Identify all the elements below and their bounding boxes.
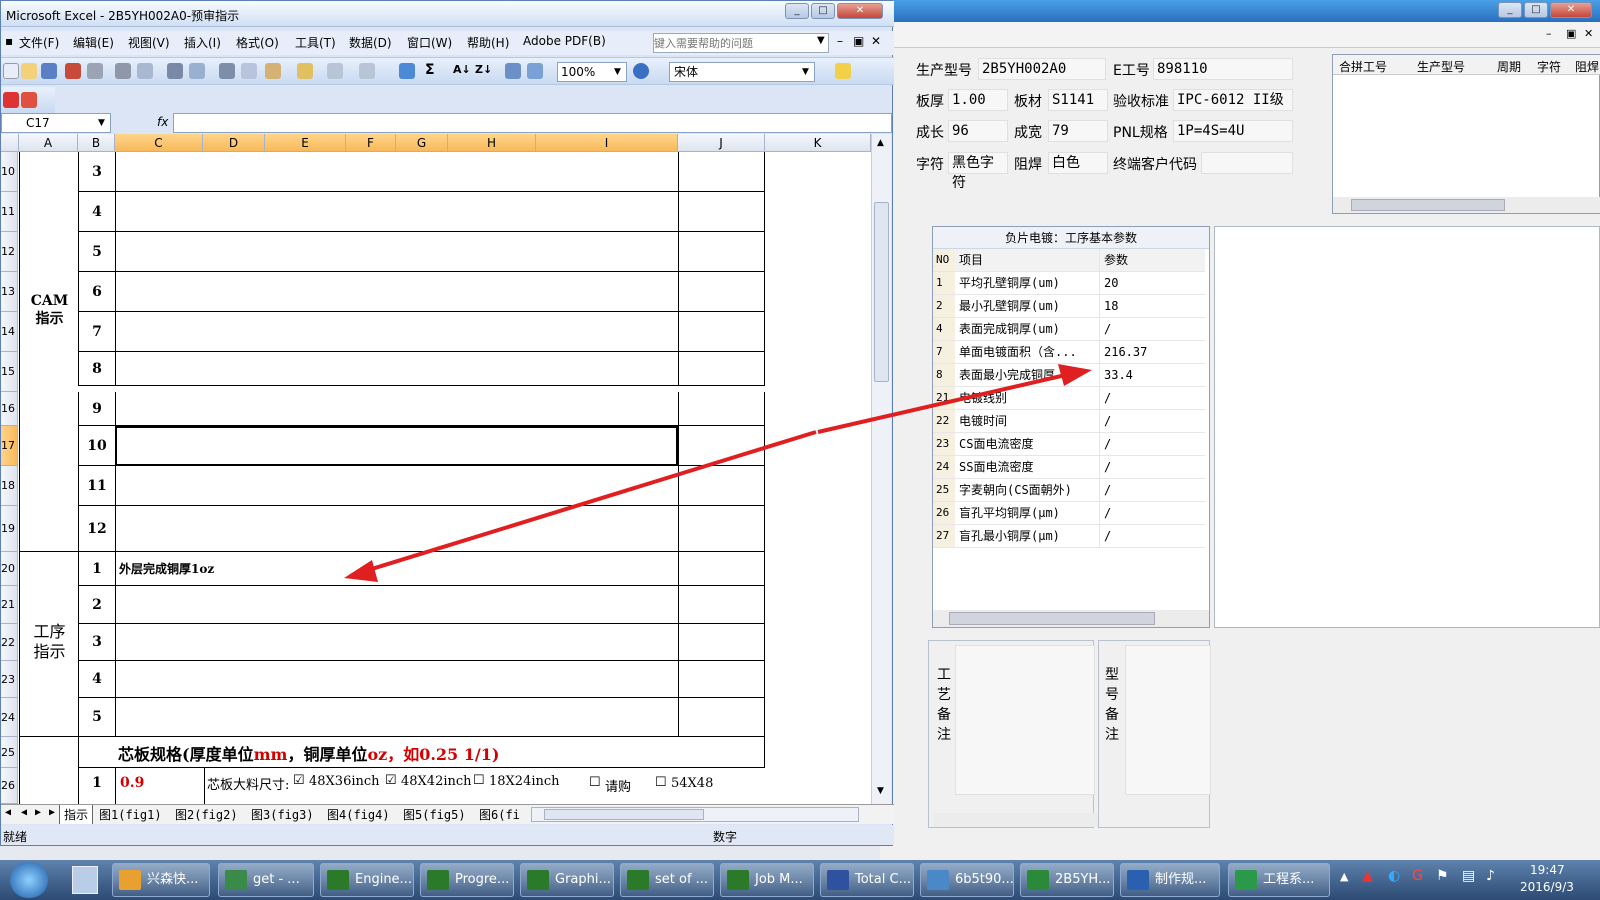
taskbar-item-label: Graphi... xyxy=(555,872,611,887)
arrow-left-head xyxy=(344,560,378,582)
taskbar-item-label: get - ... xyxy=(253,872,300,887)
tray-app-icon[interactable]: ◐ xyxy=(1388,868,1400,884)
taskbar-app-icon xyxy=(927,870,949,890)
taskbar-item-label: 工程系... xyxy=(1263,872,1315,887)
taskbar-item-label: set of ... xyxy=(655,872,709,887)
clock-date[interactable]: 2016/9/3 xyxy=(1520,880,1574,894)
taskbar-item[interactable]: Progre... xyxy=(420,863,514,897)
tray-expand-icon[interactable]: ▲ xyxy=(1340,870,1348,883)
taskbar-item-label: 兴森快... xyxy=(147,872,199,887)
taskbar-item-label: Engine... xyxy=(355,872,412,887)
taskbar-app-icon xyxy=(827,870,849,890)
taskbar-app-icon xyxy=(427,870,449,890)
taskbar-item[interactable]: set of ... xyxy=(620,863,714,897)
taskbar: 兴森快... get - ... Engine... Progre... Graphi.… xyxy=(0,860,1600,900)
taskbar-item[interactable]: get - ... xyxy=(218,863,314,897)
start-button-icon[interactable] xyxy=(10,862,48,898)
taskbar-item[interactable]: 工程系... xyxy=(1228,863,1330,897)
tray-app-icon[interactable]: ▲ xyxy=(1362,868,1373,884)
taskbar-item-label: Total C... xyxy=(855,872,911,887)
taskbar-item-label: 6b5t90... xyxy=(955,872,1014,887)
flag-icon[interactable]: ⚑ xyxy=(1436,868,1449,884)
taskbar-item[interactable]: Total C... xyxy=(820,863,914,897)
taskbar-item-label: 制作规... xyxy=(1155,872,1207,887)
taskbar-app-icon xyxy=(627,870,649,890)
taskbar-app-icon xyxy=(727,870,749,890)
taskbar-app-icon xyxy=(1127,870,1149,890)
arrow-left-shaft xyxy=(361,430,817,574)
taskbar-item-label: Progre... xyxy=(455,872,510,887)
clock-time[interactable]: 19:47 xyxy=(1530,863,1565,877)
taskbar-item-label: 2B5YH... xyxy=(1055,872,1111,887)
taskbar-item[interactable]: 制作规... xyxy=(1120,863,1220,897)
taskbar-app-icon xyxy=(119,870,141,890)
show-app-icon[interactable] xyxy=(72,866,98,894)
taskbar-item[interactable]: Job M... xyxy=(720,863,814,897)
volume-icon[interactable]: ♪ xyxy=(1486,868,1495,884)
tray-app-icon[interactable]: G xyxy=(1412,868,1423,884)
taskbar-app-icon xyxy=(327,870,349,890)
desktop: _ □ ✕ – ▣ ✕ 生产型号 2B5YH002A0 E工号 898110 板… xyxy=(0,0,1600,900)
taskbar-item[interactable]: 6b5t90... xyxy=(920,863,1014,897)
taskbar-app-icon xyxy=(1027,870,1049,890)
arrow-right-shaft xyxy=(817,372,1071,434)
taskbar-item[interactable]: Engine... xyxy=(320,863,414,897)
taskbar-item-label: Job M... xyxy=(755,872,803,887)
arrow-right-head xyxy=(1058,364,1092,386)
taskbar-app-icon xyxy=(1235,870,1257,890)
taskbar-app-icon xyxy=(225,870,247,890)
taskbar-item[interactable]: 兴森快... xyxy=(112,863,210,897)
network-icon[interactable]: ▤ xyxy=(1462,868,1475,884)
taskbar-item[interactable]: 2B5YH... xyxy=(1020,863,1114,897)
annotation-arrow-overlay xyxy=(344,364,1092,582)
taskbar-app-icon xyxy=(527,870,549,890)
taskbar-item[interactable]: Graphi... xyxy=(520,863,614,897)
